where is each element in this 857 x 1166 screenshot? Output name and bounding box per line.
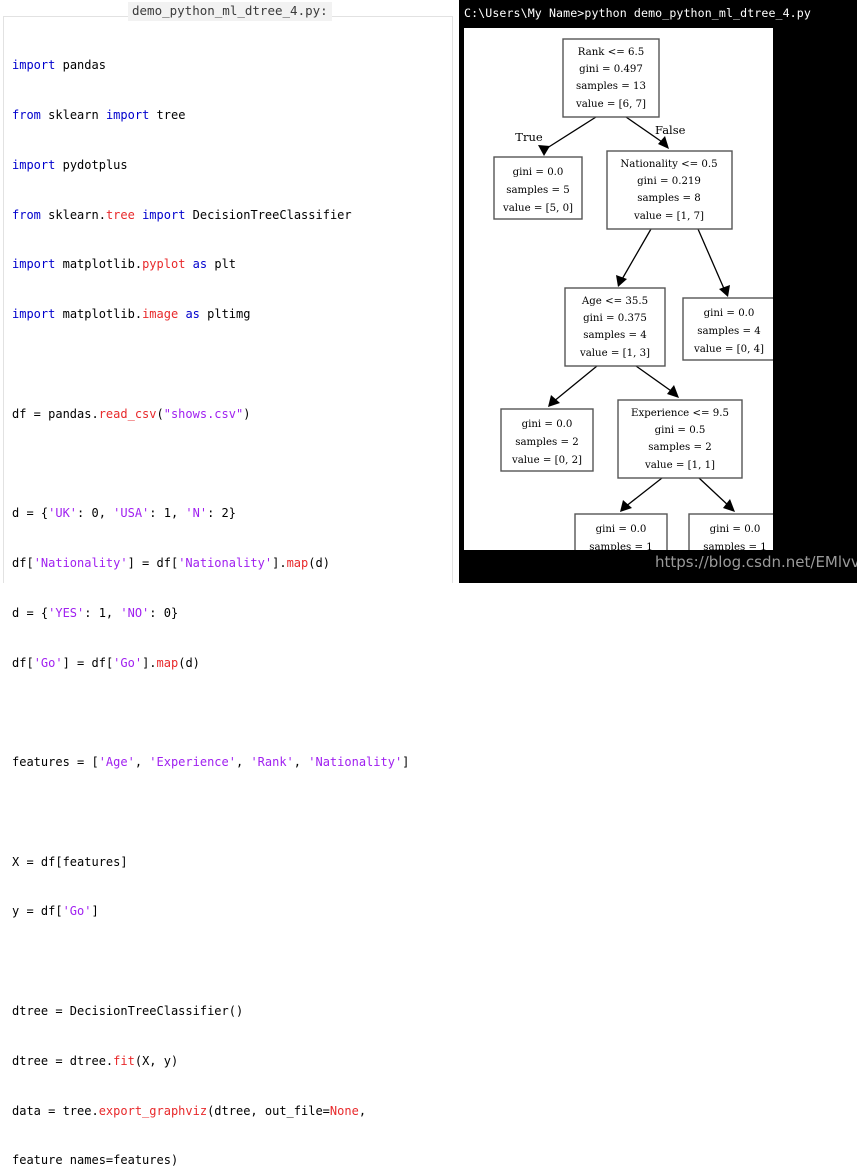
tree-arrowhead bbox=[719, 285, 730, 297]
decision-tree-figure: True False Rank <= 6.5 gini = 0.497 samp… bbox=[464, 28, 773, 550]
tree-arrowhead bbox=[616, 275, 627, 287]
tree-node-gini: gini = 0.375 bbox=[583, 313, 647, 324]
tree-node-gini: gini = 0.0 bbox=[710, 524, 761, 535]
tree-arrowhead bbox=[548, 395, 560, 407]
tree-node-samples: samples = 13 bbox=[576, 81, 646, 92]
tree-node-n5[interactable]: gini = 0.0 samples = 2 value = [0, 2] bbox=[500, 408, 594, 472]
code-line: import matplotlib.image as pltimg bbox=[12, 307, 251, 322]
tree-arrowhead bbox=[723, 499, 735, 512]
watermark-text: https://blog.csdn.net/EMlvv bbox=[655, 553, 857, 571]
tree-arrowhead bbox=[620, 500, 632, 512]
tree-node-samples: samples = 1 bbox=[589, 542, 653, 550]
code-line: from sklearn import tree bbox=[12, 107, 186, 122]
tree-node-n6[interactable]: Experience <= 9.5 gini = 0.5 samples = 2… bbox=[617, 399, 743, 479]
tree-node-value: value = [6, 7] bbox=[575, 99, 646, 110]
code-line: features = ['Age', 'Experience', 'Rank',… bbox=[12, 755, 410, 770]
code-line: d = {'YES': 1, 'NO': 0} bbox=[12, 605, 179, 620]
tree-node-gini: gini = 0.0 bbox=[522, 419, 573, 430]
code-line: y = df['Go'] bbox=[12, 904, 99, 919]
tree-node-value: value = [0, 2] bbox=[511, 455, 582, 466]
tree-node-samples: samples = 2 bbox=[648, 442, 712, 453]
code-line: import pydotplus bbox=[12, 157, 128, 172]
tree-node-condition: Rank <= 6.5 bbox=[578, 47, 644, 58]
tree-node-gini: gini = 0.497 bbox=[579, 64, 643, 75]
tree-edge bbox=[698, 477, 731, 508]
code-block: import pandas from sklearn import tree i… bbox=[12, 24, 409, 1166]
tree-node-n4[interactable]: gini = 0.0 samples = 4 value = [0, 4] bbox=[682, 297, 773, 361]
tree-node-condition: Nationality <= 0.5 bbox=[620, 159, 717, 170]
code-line: data = tree.export_graphviz(dtree, out_f… bbox=[12, 1103, 367, 1118]
code-file-title: demo_python_ml_dtree_4.py: bbox=[128, 2, 332, 21]
tree-node-condition: Experience <= 9.5 bbox=[631, 408, 729, 419]
code-line: from sklearn.tree import DecisionTreeCla… bbox=[12, 207, 352, 222]
tree-node-samples: samples = 8 bbox=[637, 193, 701, 204]
tree-node-value: value = [0, 4] bbox=[693, 344, 764, 355]
tree-node-value: value = [1, 3] bbox=[579, 348, 650, 359]
tree-edge-label-true: True bbox=[515, 130, 543, 144]
tree-node-n3[interactable]: Age <= 35.5 gini = 0.375 samples = 4 val… bbox=[564, 287, 666, 367]
tree-node-condition: Age <= 35.5 bbox=[581, 296, 648, 307]
code-line: import pandas bbox=[12, 58, 106, 73]
code-line: df['Go'] = df['Go'].map(d) bbox=[12, 655, 200, 670]
tree-node-n0[interactable]: Rank <= 6.5 gini = 0.497 samples = 13 va… bbox=[562, 38, 660, 118]
tree-edge-label-false: False bbox=[655, 123, 686, 137]
code-line: feature_names=features) bbox=[12, 1153, 179, 1166]
tree-node-samples: samples = 1 bbox=[703, 542, 767, 550]
tree-node-gini: gini = 0.0 bbox=[704, 308, 755, 319]
tree-node-value: value = [1, 1] bbox=[644, 460, 715, 471]
tree-node-n8[interactable]: gini = 0.0 samples = 1 value = [1, 0] bbox=[688, 513, 773, 550]
code-line: df = pandas.read_csv("shows.csv") bbox=[12, 406, 251, 421]
tree-node-n7[interactable]: gini = 0.0 samples = 1 value = [0, 1] bbox=[574, 513, 668, 550]
tree-node-samples: samples = 4 bbox=[583, 330, 647, 341]
tree-node-gini: gini = 0.0 bbox=[596, 524, 647, 535]
terminal-window[interactable]: C:\Users\My Name>python demo_python_ml_d… bbox=[459, 0, 857, 583]
tree-node-samples: samples = 5 bbox=[506, 185, 570, 196]
code-panel: demo_python_ml_dtree_4.py: import pandas… bbox=[0, 0, 459, 1166]
tree-edge bbox=[552, 365, 598, 403]
tree-node-samples: samples = 2 bbox=[515, 437, 579, 448]
tree-node-gini: gini = 0.0 bbox=[513, 167, 564, 178]
tree-node-samples: samples = 4 bbox=[697, 326, 761, 337]
tree-edge bbox=[543, 116, 597, 151]
tree-arrowhead bbox=[667, 385, 679, 398]
code-line: d = {'UK': 0, 'USA': 1, 'N': 2} bbox=[12, 506, 236, 521]
tree-edge bbox=[620, 228, 652, 282]
tree-node-gini: gini = 0.5 bbox=[655, 425, 706, 436]
code-line: df['Nationality'] = df['Nationality'].ma… bbox=[12, 556, 330, 570]
tree-edge bbox=[624, 477, 663, 508]
code-line: import matplotlib.pyplot as plt bbox=[12, 257, 237, 272]
decision-tree-svg: True False Rank <= 6.5 gini = 0.497 samp… bbox=[493, 38, 773, 550]
code-line: dtree = dtree.fit(X, y) bbox=[12, 1053, 179, 1068]
tree-node-gini: gini = 0.219 bbox=[637, 176, 701, 187]
code-line: dtree = DecisionTreeClassifier() bbox=[12, 1004, 244, 1019]
tree-arrowhead bbox=[658, 136, 669, 149]
tree-arrowhead bbox=[538, 145, 550, 156]
tree-node-n1[interactable]: gini = 0.0 samples = 5 value = [5, 0] bbox=[493, 156, 583, 220]
tree-node-value: value = [1, 7] bbox=[633, 211, 704, 222]
tree-node-value: value = [5, 0] bbox=[502, 203, 573, 214]
terminal-prompt-line: C:\Users\My Name>python demo_python_ml_d… bbox=[464, 6, 811, 20]
tree-edge bbox=[635, 365, 675, 394]
code-line: X = df[features] bbox=[12, 854, 128, 869]
tree-edge bbox=[697, 228, 726, 292]
tree-node-n2[interactable]: Nationality <= 0.5 gini = 0.219 samples … bbox=[606, 150, 733, 230]
